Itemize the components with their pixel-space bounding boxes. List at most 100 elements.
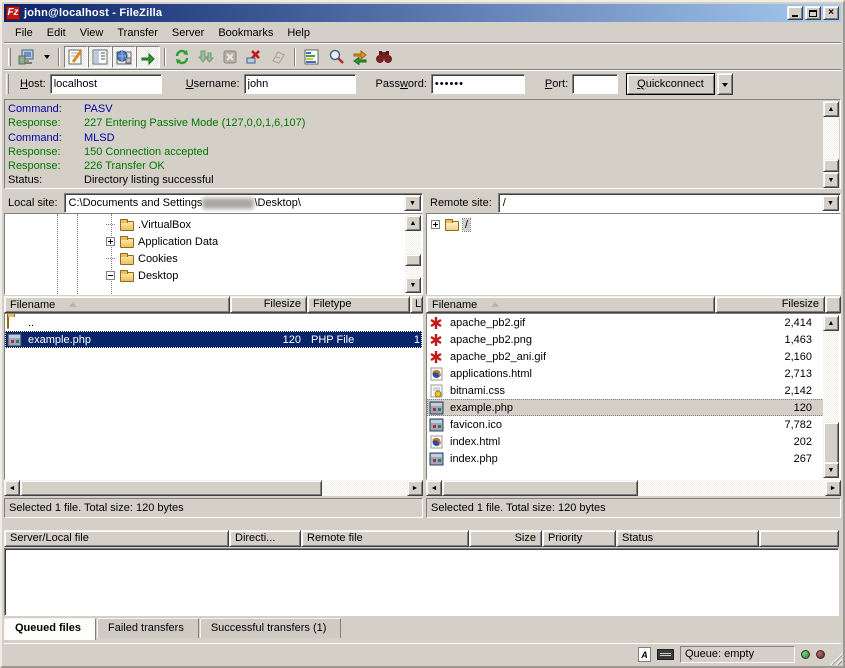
php-file-icon	[429, 452, 445, 466]
scroll-down-button[interactable]: ▼	[823, 172, 839, 188]
file-row-updir[interactable]: ..	[5, 314, 422, 331]
title-bar[interactable]: Fz john@localhost - FileZilla ×	[4, 4, 841, 22]
expand-icon[interactable]	[431, 220, 440, 229]
column-filename[interactable]: Filename	[426, 296, 715, 313]
scrollbar-thumb[interactable]	[823, 159, 839, 172]
synchronized-browsing-button[interactable]	[348, 46, 372, 68]
expand-icon[interactable]	[106, 237, 115, 246]
combo-dropdown-button[interactable]: ▼	[404, 195, 421, 211]
menu-transfer[interactable]: Transfer	[110, 25, 165, 41]
toggle-message-log-button[interactable]	[64, 46, 88, 68]
tab-failed-transfers[interactable]: Failed transfers	[97, 618, 199, 638]
disconnect-button[interactable]	[242, 46, 266, 68]
tree-item-desktop[interactable]: Desktop	[106, 267, 178, 284]
file-row-example-php[interactable]: example.php 120 PHP File 1	[5, 331, 422, 348]
cancel-operation-button[interactable]	[218, 46, 242, 68]
menu-server[interactable]: Server	[165, 25, 211, 41]
tree-item-cookies[interactable]: Cookies	[106, 250, 178, 267]
toggle-local-tree-button[interactable]	[88, 46, 112, 68]
directory-filter-button[interactable]	[300, 46, 324, 68]
minimize-button[interactable]	[787, 6, 803, 20]
log-text: PASV	[84, 103, 113, 115]
site-manager-dropdown-button[interactable]	[39, 46, 54, 68]
scroll-down-button[interactable]: ▼	[405, 277, 421, 293]
scrollbar-thumb[interactable]	[442, 480, 638, 496]
cancel-icon	[222, 49, 238, 65]
scroll-up-button[interactable]: ▲	[823, 101, 839, 117]
refresh-listing-button[interactable]	[266, 46, 290, 68]
scrollbar-thumb[interactable]	[20, 480, 322, 496]
port-input[interactable]	[572, 74, 618, 94]
column-server-local-file[interactable]: Server/Local file	[4, 530, 229, 547]
scroll-left-button[interactable]: ◄	[426, 480, 442, 496]
column-filesize[interactable]: Filesize	[230, 296, 307, 313]
file-row[interactable]: apache_pb2.png 1,463	[427, 331, 824, 348]
maximize-button[interactable]	[805, 6, 821, 20]
scroll-left-button[interactable]: ◄	[4, 480, 20, 496]
file-row[interactable]: apache_pb2_ani.gif 2,160	[427, 348, 824, 365]
scrollbar-thumb[interactable]	[405, 254, 421, 266]
file-name: applications.html	[445, 368, 709, 380]
file-row[interactable]: bitnami.css 2,142	[427, 382, 824, 399]
file-row[interactable]: index.html 202	[427, 433, 824, 450]
site-manager-button[interactable]	[15, 46, 39, 68]
close-button[interactable]: ×	[823, 6, 839, 20]
column-filename[interactable]: Filename	[4, 296, 230, 313]
column-filetype[interactable]: Filetype	[307, 296, 410, 313]
menu-edit[interactable]: Edit	[40, 25, 73, 41]
remote-site-bar: Remote site: / ▼	[426, 193, 841, 213]
process-queue-button[interactable]	[194, 46, 218, 68]
file-name: example.php	[445, 402, 709, 414]
tree-item-virtualbox[interactable]: .VirtualBox	[106, 216, 191, 233]
menu-view[interactable]: View	[73, 25, 111, 41]
tree-item-application-data[interactable]: Application Data	[106, 233, 218, 250]
scroll-up-button[interactable]: ▲	[405, 215, 421, 231]
quickconnect-dropdown-button[interactable]	[717, 73, 733, 95]
local-path-combo[interactable]: C:\Documents and Settings\Desktop\ ▼	[64, 193, 423, 213]
queue-list[interactable]	[4, 548, 839, 616]
toggle-transfer-queue-button[interactable]	[136, 46, 160, 68]
scrollbar-thumb[interactable]	[823, 422, 839, 464]
toggle-remote-tree-button[interactable]	[112, 46, 136, 68]
file-row[interactable]: apache_pb2.gif 2,414	[427, 314, 824, 331]
tree-item-root[interactable]: /	[431, 216, 470, 233]
quickconnect-button[interactable]: Quickconnect	[626, 73, 715, 95]
column-filesize[interactable]: Filesize	[715, 296, 825, 313]
menu-help[interactable]: Help	[280, 25, 317, 41]
username-input[interactable]	[244, 74, 356, 94]
scroll-right-button[interactable]: ►	[407, 480, 423, 496]
speed-limit-icon[interactable]	[657, 649, 674, 660]
column-size[interactable]: Size	[469, 530, 542, 547]
quickconnect-grip[interactable]	[6, 74, 9, 94]
find-files-button[interactable]	[372, 46, 396, 68]
scroll-up-button[interactable]: ▲	[823, 315, 839, 331]
app-icon: Fz	[6, 6, 20, 20]
data-type-ascii-icon[interactable]: A	[638, 647, 651, 662]
directory-comparison-button[interactable]	[324, 46, 348, 68]
scroll-down-button[interactable]: ▼	[823, 462, 839, 478]
menu-bookmarks[interactable]: Bookmarks	[211, 25, 280, 41]
toolbar-grip[interactable]	[8, 48, 11, 66]
password-input[interactable]	[431, 74, 525, 94]
combo-dropdown-button[interactable]: ▼	[822, 195, 839, 211]
folder-icon	[7, 316, 23, 330]
file-row-selected[interactable]: example.php 120	[427, 399, 824, 416]
remote-path-combo[interactable]: / ▼	[498, 193, 841, 213]
host-input[interactable]	[50, 74, 162, 94]
column-status[interactable]: Status	[616, 530, 759, 547]
column-last-modified[interactable]: L	[410, 296, 423, 313]
file-row[interactable]: index.php 267	[427, 450, 824, 467]
tab-queued-files[interactable]: Queued files	[4, 618, 96, 640]
column-remote-file[interactable]: Remote file	[301, 530, 469, 547]
message-log-icon	[68, 49, 84, 65]
tab-successful-transfers[interactable]: Successful transfers (1)	[200, 618, 342, 638]
refresh-button[interactable]	[170, 46, 194, 68]
file-row[interactable]: applications.html 2,713	[427, 365, 824, 382]
file-modified: 1	[406, 334, 420, 346]
collapse-icon[interactable]	[106, 271, 115, 280]
scroll-right-button[interactable]: ►	[825, 480, 841, 496]
menu-file[interactable]: File	[8, 25, 40, 41]
column-priority[interactable]: Priority	[542, 530, 616, 547]
file-row[interactable]: favicon.ico 7,782	[427, 416, 824, 433]
column-direction[interactable]: Directi...	[229, 530, 301, 547]
